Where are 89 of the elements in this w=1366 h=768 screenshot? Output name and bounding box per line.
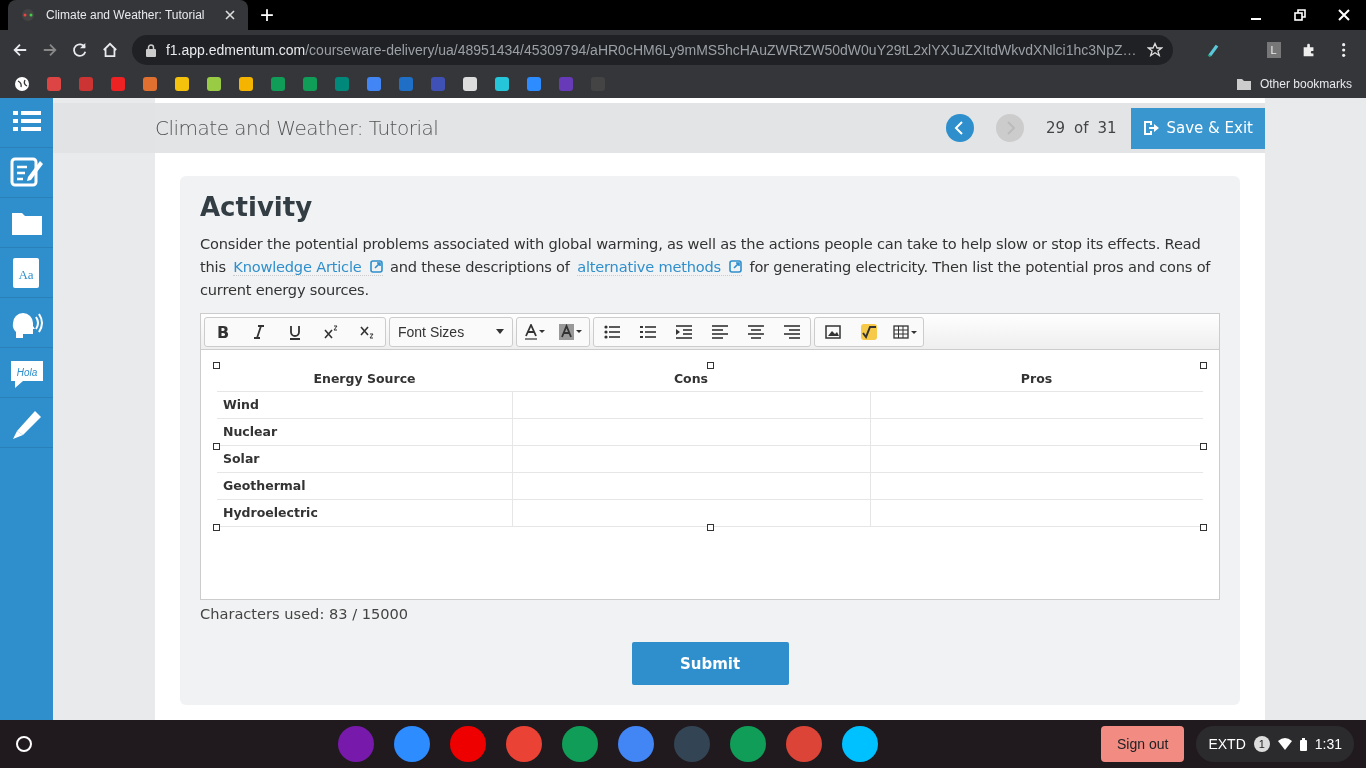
folder-icon xyxy=(1235,77,1252,91)
profile-avatar[interactable]: L xyxy=(1266,42,1281,58)
bookmark-icon[interactable] xyxy=(462,76,478,92)
browser-tab[interactable]: Climate and Weather: Tutorial xyxy=(8,0,248,30)
app-icon[interactable] xyxy=(729,726,766,762)
page-total: 31 xyxy=(1097,119,1117,137)
resize-handle[interactable] xyxy=(707,362,714,369)
close-icon[interactable] xyxy=(224,9,236,21)
exit-icon xyxy=(1142,120,1159,136)
page-number: 29 xyxy=(1045,119,1065,137)
restore-icon[interactable] xyxy=(1294,9,1306,21)
bulleted-list-icon xyxy=(604,323,620,340)
page-of: of xyxy=(1073,119,1089,137)
resize-handle[interactable] xyxy=(1200,362,1207,369)
star-icon[interactable] xyxy=(1146,42,1163,58)
image-icon xyxy=(825,323,841,340)
table-cell: Geothermal xyxy=(217,472,512,499)
new-tab-button[interactable]: + xyxy=(260,2,274,28)
globe-icon[interactable] xyxy=(14,76,30,92)
external-link-icon xyxy=(369,260,383,273)
activity-instructions: Consider the potential problems associated with global warming, as well as the actions people can take to help slow or stop its effects. Read this Knowledge Article and these descriptions of alternative methods for generating electricity. Then list the potential pros and cons of current energy sources. xyxy=(200,234,1212,300)
align-center-icon xyxy=(748,323,764,340)
caret-icon xyxy=(496,329,504,334)
align-right-icon xyxy=(784,323,800,340)
tab-title: Climate and Weather: Tutorial xyxy=(46,8,206,22)
numbered-list-icon xyxy=(640,323,656,340)
character-count: Characters used: 83 / 15000 xyxy=(200,605,410,622)
submit-button[interactable]: Submit xyxy=(631,642,789,685)
app-icon[interactable] xyxy=(449,726,486,762)
font-size-dropdown[interactable]: Font Sizes xyxy=(390,317,512,346)
favicon-icon xyxy=(20,7,36,23)
table-cell: Nuclear xyxy=(217,418,512,445)
back-icon[interactable] xyxy=(12,41,28,59)
column-header: Cons xyxy=(512,366,870,391)
sidebar-button[interactable]: Aa xyxy=(0,248,53,298)
resize-handle[interactable] xyxy=(1200,523,1207,531)
activity-heading: Activity xyxy=(200,192,314,222)
app-icon[interactable] xyxy=(785,726,822,762)
bookmark-icon[interactable] xyxy=(494,76,510,92)
underline-icon xyxy=(287,323,303,340)
table-cell: Wind xyxy=(217,391,512,418)
rich-text-editor[interactable]: B Font Sizes Energy Source Cons Pros Wind Nuclear Solar Geothermal Hydroelectric xyxy=(200,313,1220,600)
app-icon[interactable] xyxy=(505,726,542,762)
text-color-icon xyxy=(523,323,547,340)
italic-icon xyxy=(251,323,267,340)
status-tray[interactable]: EXTD 1 1:31 xyxy=(1196,726,1354,762)
bookmark-icon[interactable] xyxy=(526,76,542,92)
indent-icon xyxy=(676,323,692,340)
other-bookmarks-button[interactable]: Other bookmarks xyxy=(1235,77,1352,91)
column-header: Energy Source xyxy=(217,366,512,391)
table-cell: Hydroelectric xyxy=(217,499,512,526)
superscript-icon xyxy=(323,323,339,340)
app-icon[interactable] xyxy=(841,726,878,762)
launcher-icon[interactable] xyxy=(14,734,34,754)
bookmark-icon[interactable] xyxy=(142,76,158,92)
wifi-icon xyxy=(1277,738,1292,750)
resize-handle[interactable] xyxy=(707,523,714,531)
highlight-color-icon xyxy=(559,323,583,340)
bookmark-icon[interactable] xyxy=(174,76,190,92)
address-bar[interactable]: f1.app.edmentum.com/courseware-delivery/ua/48951434/45309794/aHR0cHM6Ly9mMS5hcHAuZWRtZW50dW0uY29tL2xlYXJuZXItdWkvdXNlci1hc3NpZ… xyxy=(131,35,1173,65)
square-root-icon xyxy=(861,323,877,340)
battery-icon xyxy=(1299,737,1307,751)
resize-handle[interactable] xyxy=(213,362,220,369)
sidebar-button[interactable]: Hola xyxy=(0,348,53,398)
bold-icon: B xyxy=(215,323,231,340)
sign-out-button[interactable]: Sign out xyxy=(1101,726,1185,762)
resize-handle[interactable] xyxy=(213,443,220,451)
lock-icon xyxy=(145,43,156,57)
table-icon xyxy=(893,323,917,340)
column-header: Pros xyxy=(870,366,1203,391)
lesson-title: Climate and Weather: Tutorial xyxy=(155,116,439,140)
app-icon[interactable] xyxy=(561,726,598,762)
align-left-icon xyxy=(712,323,728,340)
table-cell: Solar xyxy=(217,445,512,472)
resize-handle[interactable] xyxy=(1200,443,1207,451)
external-link-icon xyxy=(729,260,742,273)
app-icon[interactable] xyxy=(617,726,654,762)
previous-icon[interactable] xyxy=(945,114,974,142)
reload-icon[interactable] xyxy=(71,41,88,59)
forward-icon[interactable] xyxy=(42,41,58,59)
bold-button[interactable]: B xyxy=(205,317,241,346)
resize-handle[interactable] xyxy=(213,523,220,531)
app-icon[interactable] xyxy=(393,726,430,762)
home-icon[interactable] xyxy=(101,41,118,59)
url-text: f1.app.edmentum.com/courseware-delivery/ua/48951434/45309794/aHR0cHM6Ly9mMS5hcHAuZWRtZW50dW0uY29tL2xlYXJuZXItdWkvdXNlci1hc3NpZ… xyxy=(165,42,1137,58)
bookmark-icon[interactable] xyxy=(206,76,222,92)
bookmark-icon[interactable] xyxy=(238,76,254,92)
notification-count: 1 xyxy=(1253,736,1270,752)
menu-icon[interactable] xyxy=(1340,41,1347,59)
